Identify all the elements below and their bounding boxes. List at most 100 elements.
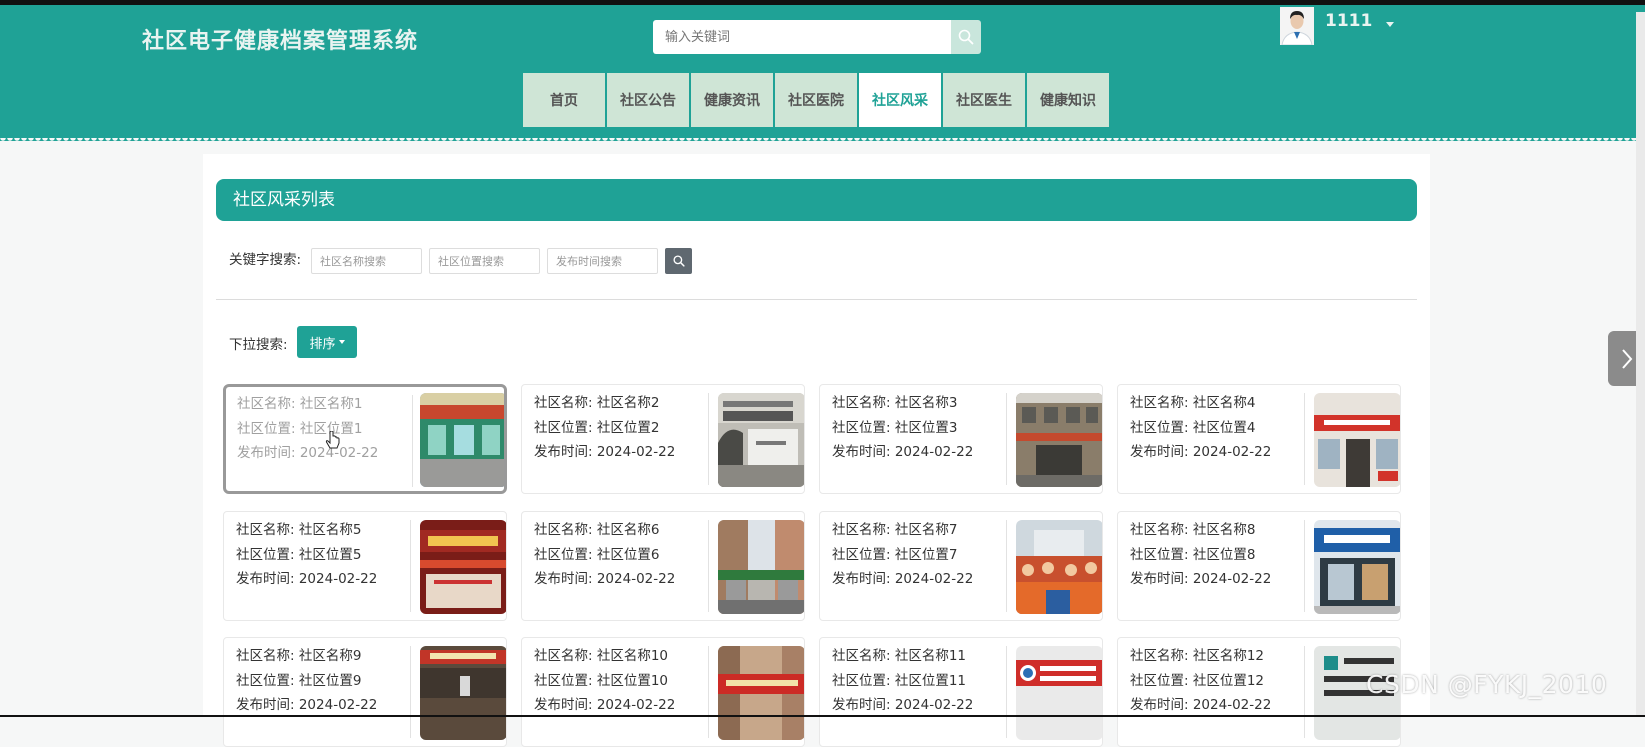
list-item[interactable]: 社区名称: 社区名称4 社区位置: 社区位置4 发布时间: 2024-02-22: [1117, 384, 1401, 494]
card-location: 社区位置: 社区位置12: [1130, 672, 1265, 689]
nav-home[interactable]: 首页: [523, 73, 605, 127]
list-item[interactable]: 社区名称: 社区名称3 社区位置: 社区位置3 发布时间: 2024-02-22: [819, 384, 1103, 494]
filter-name-input[interactable]: [311, 248, 422, 274]
card-divider: [1006, 393, 1007, 485]
card-location: 社区位置: 社区位置11: [832, 672, 967, 689]
card-name: 社区名称: 社区名称9: [236, 648, 362, 664]
watermark: CSDN @FYKJ_2010: [1366, 670, 1608, 699]
card-image[interactable]: [718, 520, 804, 614]
card-name: 社区名称: 社区名称8: [1130, 522, 1256, 538]
card-name: 社区名称: 社区名称6: [534, 522, 660, 538]
card-image[interactable]: [420, 520, 506, 614]
card-location: 社区位置: 社区位置9: [236, 672, 362, 689]
caret-down-icon[interactable]: [1386, 22, 1394, 27]
dropdown-search-label: 下拉搜索:: [229, 337, 288, 353]
card-name: 社区名称: 社区名称1: [237, 396, 363, 412]
list-item[interactable]: 社区名称: 社区名称8 社区位置: 社区位置8 发布时间: 2024-02-22: [1117, 511, 1401, 621]
nav-community-showcase[interactable]: 社区风采: [859, 73, 941, 127]
list-title: 社区风采列表: [216, 179, 1417, 221]
card-divider: [1304, 520, 1305, 612]
card-image[interactable]: [1016, 520, 1102, 614]
card-divider: [1006, 520, 1007, 612]
card-divider: [1006, 646, 1007, 738]
card-image[interactable]: [1314, 393, 1400, 487]
pointer-cursor-icon: [325, 431, 340, 449]
card-location: 社区位置: 社区位置4: [1130, 419, 1256, 436]
nav-community-notice[interactable]: 社区公告: [607, 73, 689, 127]
card-name: 社区名称: 社区名称3: [832, 395, 958, 411]
filter-search-button[interactable]: [665, 248, 692, 274]
nav-community-hospital[interactable]: 社区医院: [775, 73, 857, 127]
filter-location-input[interactable]: [429, 248, 540, 274]
card-location: 社区位置: 社区位置2: [534, 419, 660, 436]
card-image[interactable]: [420, 646, 506, 740]
card-image[interactable]: [718, 393, 804, 487]
card-image[interactable]: [1314, 520, 1400, 614]
card-divider: [708, 393, 709, 485]
card-location: 社区位置: 社区位置10: [534, 672, 669, 689]
card-name: 社区名称: 社区名称10: [534, 648, 669, 664]
card-image[interactable]: [1016, 393, 1102, 487]
chevron-right-icon: [1621, 348, 1632, 369]
card-time: 发布时间: 2024-02-22: [236, 571, 378, 587]
card-time: 发布时间: 2024-02-22: [1130, 697, 1272, 713]
list-item[interactable]: 社区名称: 社区名称10 社区位置: 社区位置10 发布时间: 2024-02-…: [521, 637, 805, 747]
card-name: 社区名称: 社区名称11: [832, 648, 967, 664]
list-item[interactable]: 社区名称: 社区名称2 社区位置: 社区位置2 发布时间: 2024-02-22: [521, 384, 805, 494]
card-time: 发布时间: 2024-02-22: [534, 571, 676, 587]
username[interactable]: 1111: [1325, 11, 1372, 31]
card-location: 社区位置: 社区位置6: [534, 546, 660, 563]
card-divider: [410, 646, 411, 738]
list-item[interactable]: 社区名称: 社区名称9 社区位置: 社区位置9 发布时间: 2024-02-22: [223, 637, 507, 747]
filter-time-input[interactable]: [547, 248, 658, 274]
card-name: 社区名称: 社区名称4: [1130, 395, 1256, 411]
search-icon: [958, 29, 974, 45]
card-time: 发布时间: 2024-02-22: [1130, 571, 1272, 587]
caret-down-icon: [338, 340, 345, 344]
card-name: 社区名称: 社区名称5: [236, 522, 362, 538]
nav-health-news[interactable]: 健康资讯: [691, 73, 773, 127]
list-item[interactable]: 社区名称: 社区名称1 社区位置: 社区位置1 发布时间: 2024-02-22: [223, 384, 507, 494]
search-icon: [672, 255, 685, 267]
global-search-input[interactable]: [653, 20, 951, 54]
card-divider: [708, 520, 709, 612]
divider: [216, 299, 1417, 300]
list-item[interactable]: 社区名称: 社区名称6 社区位置: 社区位置6 发布时间: 2024-02-22: [521, 511, 805, 621]
card-time: 发布时间: 2024-02-22: [832, 571, 974, 587]
sort-label: 排序: [309, 336, 336, 352]
card-name: 社区名称: 社区名称2: [534, 395, 660, 411]
avatar[interactable]: [1280, 7, 1314, 45]
card-divider: [412, 395, 413, 487]
list-item[interactable]: 社区名称: 社区名称5 社区位置: 社区位置5 发布时间: 2024-02-22: [223, 511, 507, 621]
card-image[interactable]: [420, 393, 504, 487]
card-divider: [1304, 393, 1305, 485]
card-divider: [1304, 646, 1305, 738]
list-item[interactable]: 社区名称: 社区名称12 社区位置: 社区位置12 发布时间: 2024-02-…: [1117, 637, 1401, 747]
nav-community-doctor[interactable]: 社区医生: [943, 73, 1025, 127]
card-location: 社区位置: 社区位置5: [236, 546, 362, 563]
list-item[interactable]: 社区名称: 社区名称11 社区位置: 社区位置11 发布时间: 2024-02-…: [819, 637, 1103, 747]
card-time: 发布时间: 2024-02-22: [534, 444, 676, 460]
card-location: 社区位置: 社区位置7: [832, 546, 958, 563]
card-location: 社区位置: 社区位置3: [832, 419, 958, 436]
card-time: 发布时间: 2024-02-22: [832, 697, 974, 713]
top-header: 社区电子健康档案管理系统 1111 首页 社区公告 健康资讯 社区医院 社区风采…: [0, 0, 1645, 144]
card-time: 发布时间: 2024-02-22: [236, 697, 378, 713]
card-name: 社区名称: 社区名称7: [832, 522, 958, 538]
sort-dropdown-button[interactable]: 排序: [297, 326, 357, 358]
card-location: 社区位置: 社区位置8: [1130, 546, 1256, 563]
card-divider: [410, 520, 411, 612]
scrollbar[interactable]: [1636, 12, 1645, 717]
card-time: 发布时间: 2024-02-22: [832, 444, 974, 460]
nav-health-knowledge[interactable]: 健康知识: [1027, 73, 1109, 127]
card-location: 社区位置: 社区位置1: [237, 420, 363, 437]
global-search-button[interactable]: [951, 20, 981, 54]
card-time: 发布时间: 2024-02-22: [1130, 444, 1272, 460]
keyword-search-label: 关键字搜索:: [229, 252, 302, 268]
content-panel: 社区风采列表 关键字搜索: 下拉搜索: 排序 社区名称: 社区名称1 社区位置:…: [203, 154, 1430, 747]
card-image[interactable]: [1016, 646, 1102, 740]
site-title: 社区电子健康档案管理系统: [142, 29, 419, 54]
list-item[interactable]: 社区名称: 社区名称7 社区位置: 社区位置7 发布时间: 2024-02-22: [819, 511, 1103, 621]
card-image[interactable]: [718, 646, 804, 740]
card-time: 发布时间: 2024-02-22: [534, 697, 676, 713]
